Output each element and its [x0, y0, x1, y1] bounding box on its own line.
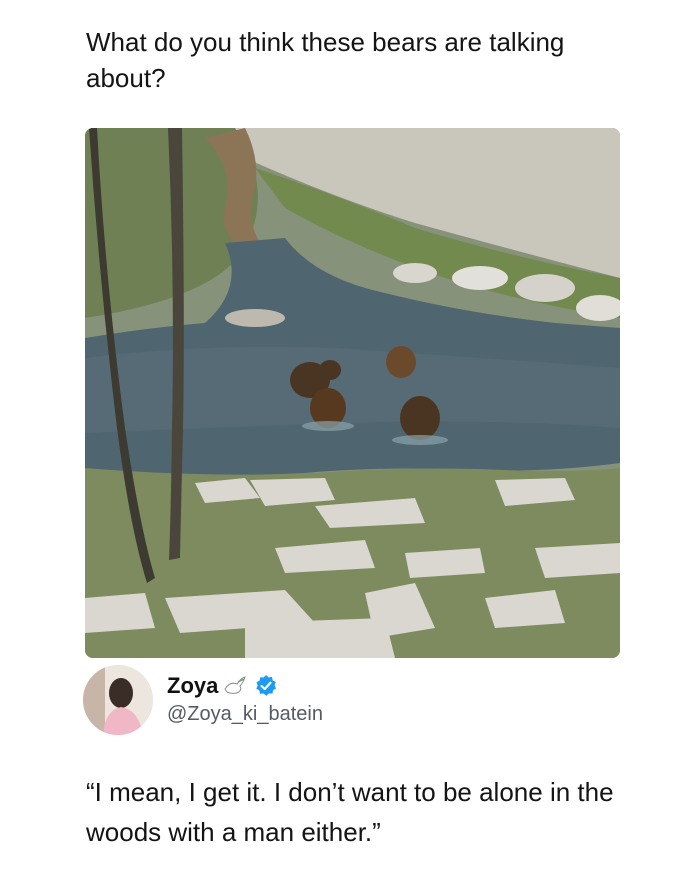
avatar-image: [83, 665, 153, 735]
verified-icon: [254, 674, 278, 698]
tweet-author-row: Zoya: [167, 671, 278, 701]
bears-in-river-image: [85, 128, 620, 658]
author-handle[interactable]: @Zoya_ki_batein: [167, 703, 323, 726]
avatar[interactable]: [83, 665, 153, 735]
tweet-text: “I mean, I get it. I don’t want to be al…: [86, 777, 614, 847]
dove-icon: [222, 675, 248, 697]
bears-photo[interactable]: [85, 128, 620, 658]
author-display-name[interactable]: Zoya: [167, 673, 218, 699]
post-question: What do you think these bears are talkin…: [86, 27, 565, 93]
